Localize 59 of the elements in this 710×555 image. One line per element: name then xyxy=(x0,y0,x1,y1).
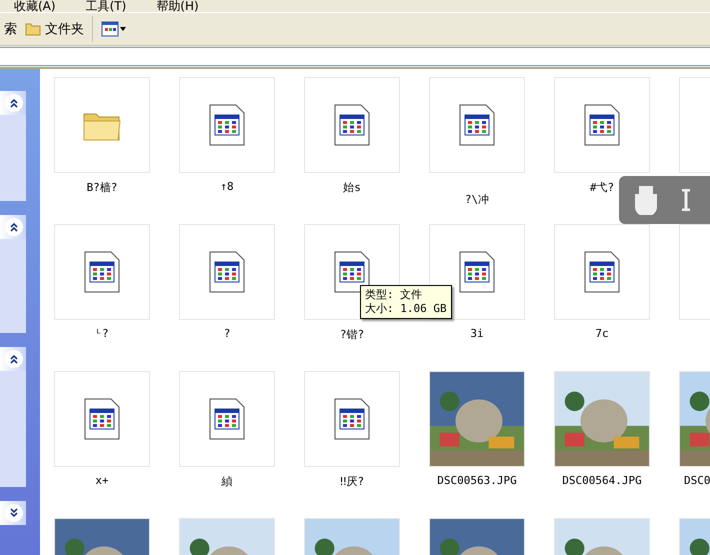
document-icon xyxy=(83,250,121,294)
file-name: 始s xyxy=(343,180,361,195)
collapse-button[interactable] xyxy=(5,350,23,368)
document-icon xyxy=(333,397,371,441)
thumbnail-frame[interactable] xyxy=(179,371,275,467)
thumbnail-frame[interactable] xyxy=(304,371,400,467)
file-name: ?\冲 xyxy=(464,192,490,207)
file-name: DSC00563.JPG xyxy=(437,474,517,487)
search-button[interactable]: 索 xyxy=(0,17,21,41)
tooltip-line: 类型: 文件 xyxy=(365,288,424,302)
thumbnail-frame[interactable] xyxy=(554,224,650,320)
file-name: #弋? xyxy=(590,180,614,195)
menu-item[interactable]: 帮助(H) xyxy=(156,0,199,12)
file-name: x+ xyxy=(95,474,109,487)
collapse-button[interactable] xyxy=(5,94,23,112)
document-icon xyxy=(583,250,621,294)
thumbnail-frame[interactable] xyxy=(304,77,400,173)
file-name: ᴸ? xyxy=(95,327,109,340)
collapse-button[interactable] xyxy=(5,218,23,236)
menu-item[interactable]: 工具(T) xyxy=(86,0,126,12)
file-name: ↑8 xyxy=(220,180,234,193)
document-icon xyxy=(208,103,246,147)
document-icon xyxy=(583,103,621,147)
thumbnail-frame[interactable] xyxy=(554,77,650,173)
address-field[interactable] xyxy=(0,47,710,66)
chevron-down-icon xyxy=(9,508,19,518)
tooltip-line: 大小: 1.06 GB xyxy=(365,302,447,316)
file-name: 緽 xyxy=(222,474,232,489)
thumbnail-frame[interactable] xyxy=(54,224,150,320)
document-icon xyxy=(458,103,496,147)
usb-drive-icon[interactable] xyxy=(633,185,659,215)
document-icon xyxy=(208,250,246,294)
file-name: ?锴? xyxy=(340,327,364,342)
file-name: 7c xyxy=(595,327,609,340)
thumbnail-frame[interactable] xyxy=(54,77,150,173)
thumbnail-frame[interactable] xyxy=(54,371,150,467)
views-icon xyxy=(101,21,127,37)
file-name: B?樯? xyxy=(86,180,118,195)
file-name: ‼厌? xyxy=(340,474,364,489)
thumbnail-frame[interactable] xyxy=(429,77,525,173)
chevron-up-icon xyxy=(9,98,19,108)
expand-button[interactable] xyxy=(5,504,23,522)
document-icon xyxy=(83,397,121,441)
document-icon xyxy=(333,103,371,147)
file-name: ? xyxy=(224,327,230,340)
chevron-up-icon xyxy=(9,354,19,364)
document-icon xyxy=(458,250,496,294)
menu-item[interactable]: 收藏(A) xyxy=(14,0,56,12)
folder-icon xyxy=(25,22,41,36)
folders-button[interactable]: 文件夹 xyxy=(21,17,88,41)
file-name: DSC00564.JPG xyxy=(562,474,642,487)
chevron-up-icon xyxy=(9,222,19,232)
thumbnail-frame[interactable] xyxy=(179,224,275,320)
document-icon xyxy=(208,397,246,441)
thumbnail-frame[interactable] xyxy=(179,77,275,173)
thumbnail-frame[interactable] xyxy=(429,224,525,320)
text-cursor-icon[interactable] xyxy=(681,189,691,211)
file-name: DSC0 xyxy=(684,474,710,487)
file-name: 3i xyxy=(470,327,484,340)
